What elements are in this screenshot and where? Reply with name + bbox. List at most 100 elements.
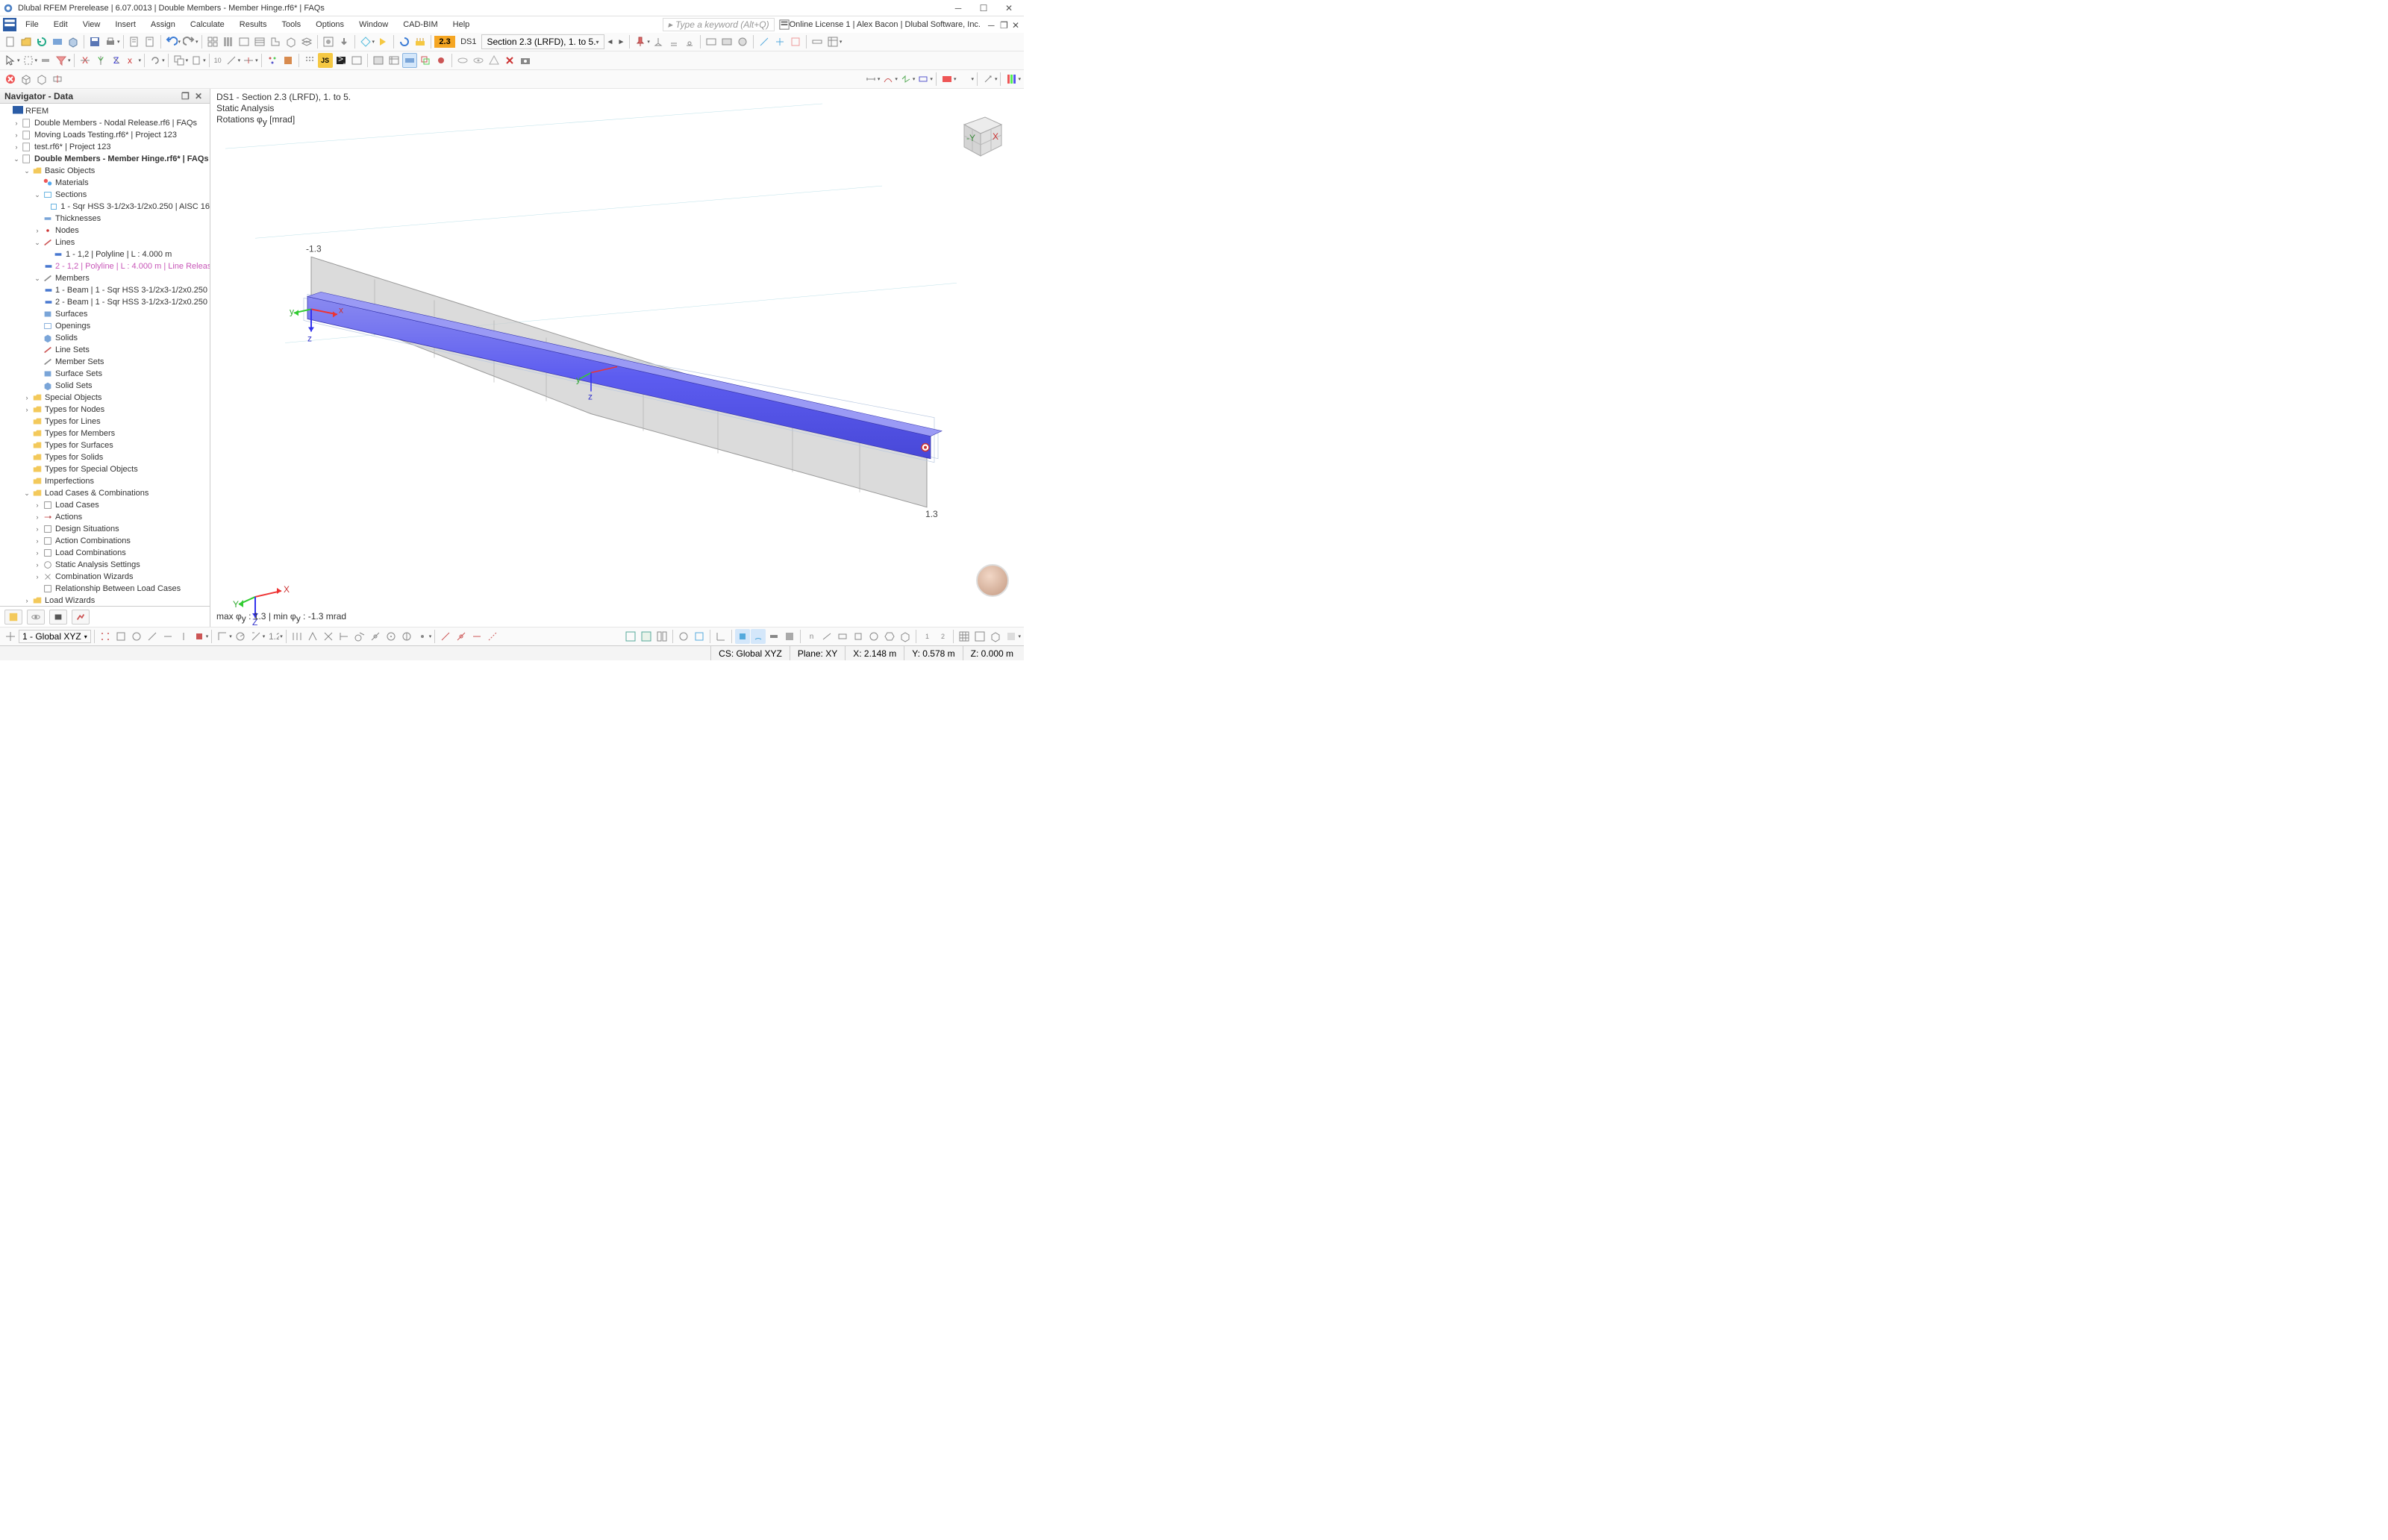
lsnap4-button[interactable] [485, 629, 500, 644]
shape-circle-button[interactable] [866, 629, 881, 644]
lsnap3-button[interactable] [469, 629, 484, 644]
hl2-button[interactable] [751, 629, 766, 644]
solid-render-button[interactable] [281, 53, 296, 68]
view-mode1-button[interactable] [623, 629, 638, 644]
grid-snap-button[interactable] [98, 629, 113, 644]
support3-button[interactable] [682, 34, 697, 49]
next-button[interactable]: ► [616, 38, 626, 46]
dropdown-icon[interactable]: ▾ [930, 76, 933, 82]
surface-button[interactable] [237, 34, 251, 49]
ortho-button[interactable] [215, 629, 230, 644]
dropdown-icon[interactable]: ▾ [17, 57, 20, 63]
text-n-button[interactable]: n [804, 629, 819, 644]
dropdown-icon[interactable]: ▾ [229, 633, 232, 639]
open-button[interactable] [19, 34, 34, 49]
orientation-cube[interactable]: -Y X [949, 104, 1009, 163]
snap7-button[interactable] [192, 629, 207, 644]
table-button[interactable] [825, 34, 840, 49]
snap-perp-button[interactable] [337, 629, 351, 644]
fem-button[interactable] [1004, 629, 1019, 644]
tab-display[interactable] [27, 610, 45, 625]
dropdown-icon[interactable]: ▾ [878, 76, 881, 82]
viewport-3d[interactable]: DS1 - Section 2.3 (LRFD), 1. to 5. Stati… [210, 89, 1024, 627]
display2-button[interactable] [719, 34, 734, 49]
hl1-button[interactable] [735, 629, 750, 644]
copy2-button[interactable] [418, 53, 433, 68]
dropdown-icon[interactable]: ▾ [203, 57, 206, 63]
snap-quad-button[interactable] [399, 629, 414, 644]
new-button[interactable] [3, 34, 18, 49]
dropdown-icon[interactable]: ▾ [895, 76, 898, 82]
save-button[interactable] [87, 34, 102, 49]
del-red-button[interactable] [3, 72, 18, 87]
dropdown-icon[interactable]: ▾ [206, 633, 209, 639]
moment-button[interactable] [881, 72, 896, 87]
tool-a-button[interactable] [757, 34, 772, 49]
section-button[interactable] [268, 34, 283, 49]
dropdown-icon[interactable]: ▾ [178, 39, 181, 45]
hash-button[interactable] [371, 53, 386, 68]
dropdown-icon[interactable]: ▾ [263, 633, 266, 639]
dropdown-icon[interactable]: ▾ [139, 57, 142, 63]
dropdown-icon[interactable]: ▾ [971, 76, 974, 82]
scale-button[interactable] [224, 53, 239, 68]
selected-mode-button[interactable] [402, 53, 417, 68]
cmd-button[interactable] [349, 53, 364, 68]
print-button[interactable] [103, 34, 118, 49]
cluster-button[interactable] [265, 53, 280, 68]
hash2-button[interactable] [387, 53, 401, 68]
lsnap1-button[interactable] [438, 629, 453, 644]
trim-button[interactable] [241, 53, 256, 68]
cursor-button[interactable] [3, 53, 18, 68]
keyword-search[interactable]: ▸Type a keyword (Alt+Q) [663, 18, 775, 31]
tab-results[interactable] [72, 610, 90, 625]
display1-button[interactable] [704, 34, 719, 49]
hatch-button[interactable] [252, 34, 267, 49]
iso-button[interactable] [284, 34, 298, 49]
select-obj-button[interactable] [38, 53, 53, 68]
menu-calculate[interactable]: Calculate [183, 19, 232, 31]
menu-assign[interactable]: Assign [143, 19, 183, 31]
rotate-button[interactable] [148, 53, 163, 68]
navigator-tree[interactable]: RFEM ›Double Members - Nodal Release.rf6… [0, 104, 210, 606]
dropdown-icon[interactable]: ▾ [995, 76, 998, 82]
run-button[interactable] [375, 34, 390, 49]
tab-views[interactable] [49, 610, 67, 625]
close-panel-button[interactable]: ✕ [195, 91, 205, 101]
dropdown-icon[interactable]: ▾ [1018, 633, 1021, 639]
snap5-button[interactable] [160, 629, 175, 644]
undo-button[interactable] [164, 34, 179, 49]
dim-arrow-button[interactable] [863, 72, 878, 87]
menu-results[interactable]: Results [232, 19, 275, 31]
stress-button[interactable] [916, 72, 931, 87]
snap-near-button[interactable] [368, 629, 383, 644]
slice-button[interactable] [50, 72, 65, 87]
cube-button[interactable] [66, 34, 81, 49]
maximize-button[interactable]: ☐ [978, 2, 990, 14]
snap4-button[interactable] [145, 629, 160, 644]
shape-line-button[interactable] [819, 629, 834, 644]
dropdown-icon[interactable]: ▾ [1018, 76, 1021, 82]
tool-b-button[interactable] [772, 34, 787, 49]
cs-local-button[interactable] [713, 629, 728, 644]
shape-hex-button[interactable] [882, 629, 897, 644]
snap-int-button[interactable] [321, 629, 336, 644]
copy-button[interactable] [172, 53, 187, 68]
menu-tools[interactable]: Tools [274, 19, 308, 31]
lsnap2-button[interactable] [454, 629, 469, 644]
zoom-down-button[interactable] [337, 34, 351, 49]
cs-combo[interactable]: 1 - Global XYZ▾ [19, 630, 91, 643]
column-button[interactable] [221, 34, 236, 49]
block-button[interactable] [50, 34, 65, 49]
pin-button[interactable] [633, 34, 648, 49]
axis-y-button[interactable]: Y [93, 53, 108, 68]
tab-data[interactable] [4, 610, 22, 625]
camera-button[interactable] [518, 53, 533, 68]
hl3-button[interactable] [766, 629, 781, 644]
menu-options[interactable]: Options [308, 19, 351, 31]
grid-button[interactable] [205, 34, 220, 49]
redo-button[interactable] [181, 34, 196, 49]
refresh-button[interactable] [34, 34, 49, 49]
dropdown-icon[interactable]: ▾ [238, 57, 241, 63]
grid2-button[interactable] [302, 53, 317, 68]
